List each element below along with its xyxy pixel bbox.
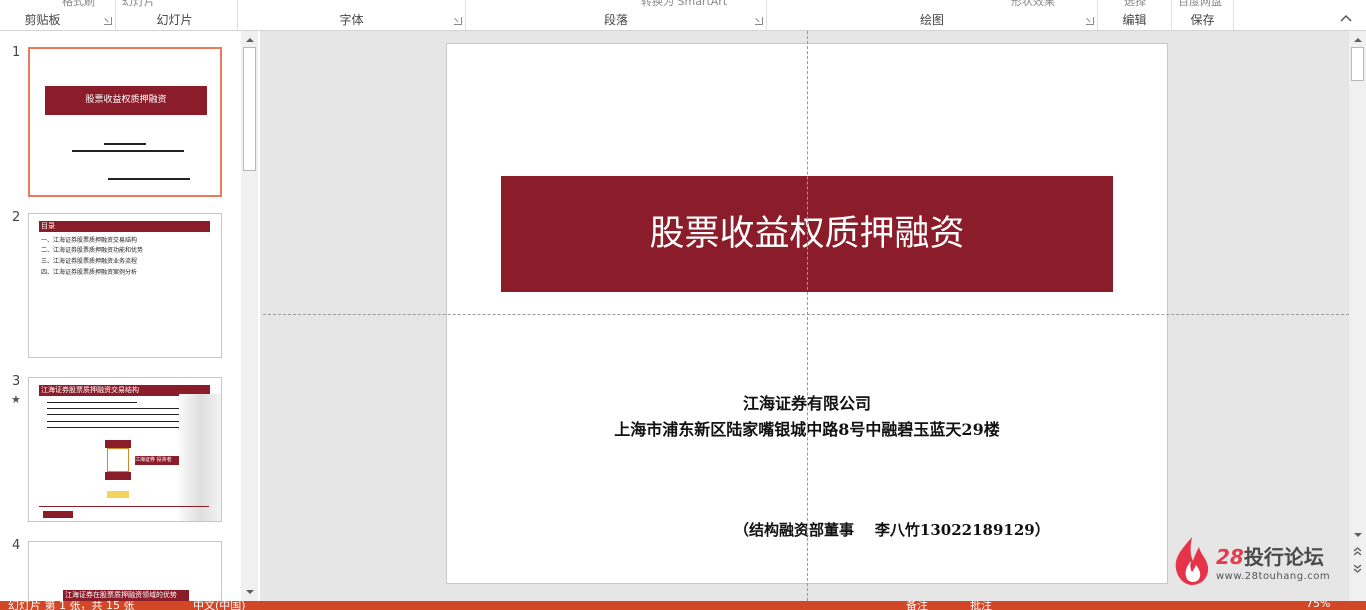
baidu-netdisk-label[interactable]: 百度网盘	[1178, 0, 1222, 9]
paragraph-launcher-icon[interactable]	[755, 17, 763, 25]
scroll-up-button[interactable]	[241, 33, 258, 47]
chevron-down-icon	[1354, 533, 1362, 537]
thumbnail-diagram-box	[105, 472, 131, 480]
contact-line[interactable]: （结构融资部董事 李八竹13022189129）	[734, 519, 1050, 540]
thumbnail-diagram-chip: 江海证券 投资者	[135, 456, 185, 465]
vertical-guide[interactable]	[807, 31, 808, 601]
scroll-down-button[interactable]	[1349, 528, 1366, 542]
zoom-level[interactable]: 75%	[1306, 601, 1330, 610]
group-font[interactable]: 字体	[238, 0, 466, 30]
thumbnail-bullet: 一、江海证券股票质押融资交易结构	[41, 237, 138, 244]
slide-counter[interactable]: 幻灯片 第 1 张，共 15 张	[8, 601, 134, 610]
chevron-up-icon	[1354, 38, 1362, 42]
group-label-drawing: 绘图	[919, 13, 944, 27]
thumbnail-text-line	[72, 150, 184, 152]
thumbnail-footer-line	[39, 506, 209, 507]
scroll-thumb[interactable]	[1351, 47, 1364, 81]
thumbnail-number: 4	[12, 538, 21, 553]
watermark-logo: 28投行论坛 www.28touhang.com	[1172, 535, 1342, 587]
language-indicator[interactable]: 中文(中国)	[193, 601, 246, 610]
thumbnail-diagram-box	[107, 491, 129, 498]
double-chevron-up-icon	[1353, 547, 1362, 556]
horizontal-guide[interactable]	[263, 314, 1349, 315]
drawing-launcher-icon[interactable]	[1086, 17, 1094, 25]
slide-thumbnail-pane[interactable]: 1 股票收益权质押融资 2 目录 一、江海证券股票质押融资交易结构 二、江海证券…	[0, 31, 260, 601]
previous-slide-button[interactable]	[1349, 545, 1366, 559]
group-label-paragraph: 段落	[603, 13, 628, 27]
ribbon: 格式刷 剪贴板 幻灯片 幻灯片 字体 转换为 SmartArt 段落 形状效果 …	[0, 0, 1366, 31]
thumbnail-number: 2	[12, 210, 21, 225]
group-label-save: 保存	[1190, 13, 1215, 27]
chevron-down-icon	[246, 590, 254, 594]
logo-title: 28投行论坛	[1216, 541, 1324, 570]
thumbnail-diagram-line	[107, 448, 129, 472]
comments-button[interactable]: 批注	[970, 601, 992, 610]
thumbnail-text-line	[47, 402, 137, 403]
thumbnail-diagram-box	[105, 440, 131, 448]
double-chevron-down-icon	[1353, 564, 1362, 573]
format-painter-label[interactable]: 格式刷	[62, 0, 95, 9]
thumbnail-scrollbar[interactable]	[241, 31, 258, 601]
thumbnail-slide-1[interactable]: 股票收益权质押融资	[28, 47, 222, 197]
logo-text: 投行论坛	[1243, 545, 1324, 569]
group-clipboard[interactable]: 格式刷 剪贴板	[0, 0, 116, 30]
thumbnail-bullet: 四、江海证券股票质押融资案例分析	[41, 269, 138, 276]
editor-scrollbar[interactable]	[1349, 31, 1366, 601]
thumbnail-bullet: 二、江海证券股票质押融资功能和优势	[41, 247, 144, 254]
font-launcher-icon[interactable]	[454, 17, 462, 25]
logo-url: www.28touhang.com	[1216, 571, 1331, 582]
slide-editing-area[interactable]: 股票收益权质押融资 江海证券有限公司 上海市浦东新区陆家嘴银城中路8号中融碧玉蓝…	[263, 31, 1349, 601]
group-slides[interactable]: 幻灯片 幻灯片	[116, 0, 238, 30]
thumbnail-number: 1	[12, 45, 21, 60]
thumbnail-photo	[179, 394, 221, 521]
clipboard-launcher-icon[interactable]	[104, 17, 112, 25]
flame-icon	[1175, 537, 1209, 585]
thumbnail-text-line	[47, 408, 197, 409]
group-label-slides: 幻灯片	[156, 13, 193, 27]
logo-number: 28	[1216, 545, 1244, 569]
scroll-up-button[interactable]	[1349, 33, 1366, 47]
smartart-label[interactable]: 转换为 SmartArt	[641, 0, 727, 9]
collapse-ribbon-icon[interactable]	[1340, 13, 1352, 23]
scroll-thumb[interactable]	[243, 47, 256, 171]
animation-star-icon: ★	[11, 393, 21, 406]
thumbnail-bullet: 三、江海证券股票质押融资业务流程	[41, 258, 138, 265]
shape-effects-label[interactable]: 形状效果	[1011, 0, 1055, 9]
thumbnail-slide-3[interactable]: 江海证券股票质押融资交易结构 江海证券 投资者	[28, 377, 222, 522]
chevron-up-icon	[246, 38, 254, 42]
thumbnail-slide-4[interactable]: 江海证券在股票质押融资领域的优势	[28, 541, 222, 601]
thumbnail-text-line	[47, 421, 197, 422]
thumbnail-heading: 江海证券在股票质押融资领域的优势	[63, 590, 189, 601]
group-drawing[interactable]: 形状效果 绘图	[767, 0, 1098, 30]
thumbnail-title-band: 股票收益权质押融资	[45, 86, 207, 115]
thumbnail-number: 3	[12, 374, 21, 389]
group-paragraph[interactable]: 转换为 SmartArt 段落	[466, 0, 767, 30]
thumbnail-text-line	[108, 178, 190, 180]
new-slide-label[interactable]: 幻灯片	[122, 0, 155, 9]
thumbnail-heading: 目录	[39, 221, 210, 232]
group-save[interactable]: 百度网盘 保存	[1172, 0, 1234, 30]
thumbnail-text-line	[104, 143, 146, 145]
notes-button[interactable]: 备注	[906, 601, 928, 610]
next-slide-button[interactable]	[1349, 561, 1366, 575]
group-editing[interactable]: 选择 编辑	[1098, 0, 1172, 30]
status-bar: 幻灯片 第 1 张，共 15 张 中文(中国) 备注 批注 75%	[0, 601, 1366, 610]
select-label[interactable]: 选择	[1124, 0, 1146, 9]
thumbnail-text-line	[47, 414, 197, 415]
group-label-font: 字体	[339, 13, 364, 27]
group-label-editing: 编辑	[1122, 13, 1147, 27]
thumbnail-slide-2[interactable]: 目录 一、江海证券股票质押融资交易结构 二、江海证券股票质押融资功能和优势 三、…	[28, 213, 222, 358]
thumbnail-footer-box	[43, 511, 73, 518]
thumbnail-text-line	[47, 427, 197, 428]
group-label-clipboard: 剪贴板	[24, 13, 61, 27]
scroll-down-button[interactable]	[241, 585, 258, 599]
